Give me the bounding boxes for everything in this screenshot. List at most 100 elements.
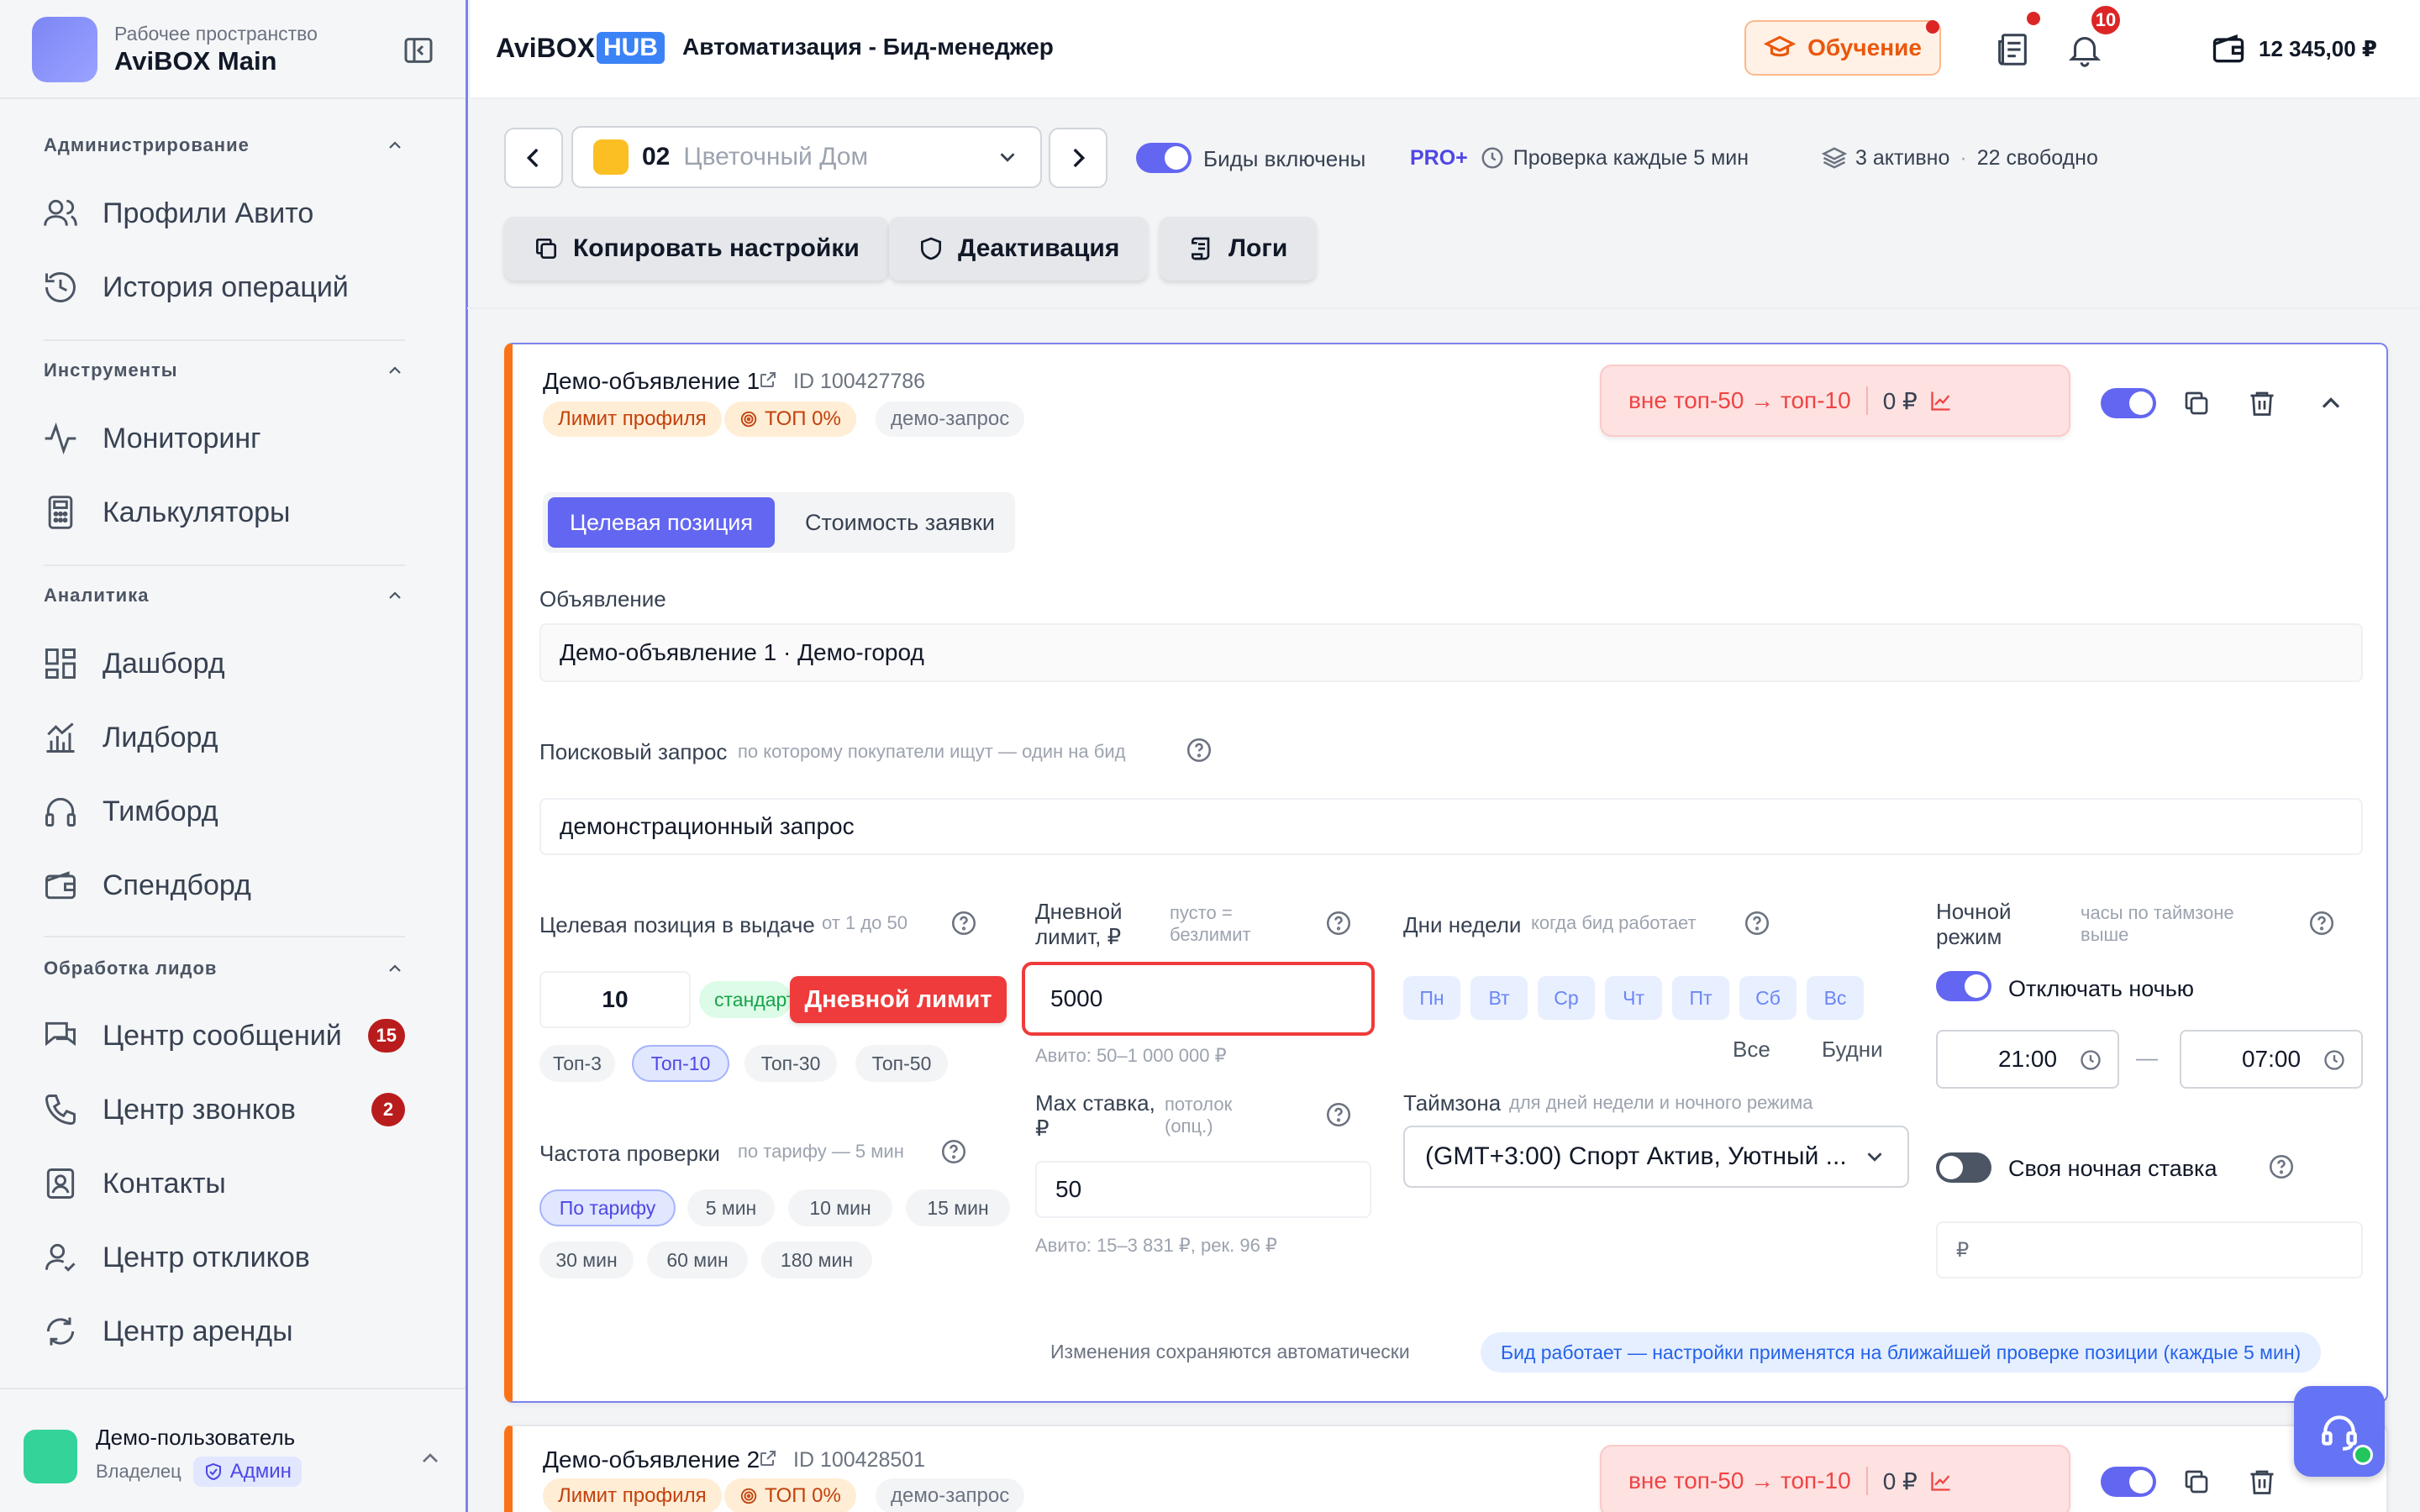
- weekdays-button[interactable]: Будни: [1822, 1037, 1883, 1063]
- deactivation-button[interactable]: Деактивация: [889, 217, 1149, 281]
- sidebar-item-messages[interactable]: Центр сообщений 15: [42, 1012, 412, 1059]
- sidebar-item-calls[interactable]: Центр звонков 2: [42, 1086, 412, 1133]
- section-analytics-header[interactable]: Аналитика: [44, 583, 405, 608]
- night-disable-toggle[interactable]: [1936, 971, 1991, 1001]
- ad-select[interactable]: Демо-объявление 1 · Демо-город: [539, 623, 2363, 682]
- sidebar-item-monitoring[interactable]: Мониторинг: [42, 415, 412, 462]
- profile-select[interactable]: 02 Цветочный Дом: [571, 126, 1042, 188]
- chip-30-min[interactable]: 30 мин: [539, 1242, 634, 1278]
- query-input[interactable]: демонстрационный запрос: [539, 798, 2363, 855]
- sidebar-item-calculators[interactable]: Калькуляторы: [42, 489, 412, 536]
- sidebar-item-profiles[interactable]: Профили Авито: [42, 190, 412, 237]
- tab-target-position[interactable]: Целевая позиция: [548, 497, 775, 548]
- timezone-hint: для дней недели и ночного режима: [1509, 1092, 1813, 1113]
- sidebar-item-spendboard[interactable]: Спендборд: [42, 862, 412, 909]
- help-icon[interactable]: [2267, 1152, 2296, 1181]
- query-hint: по которому покупатели ищут — один на би…: [738, 741, 1126, 762]
- ad-title[interactable]: Демо-объявление 1: [543, 368, 760, 395]
- trash-icon[interactable]: [2247, 388, 2277, 418]
- sidebar-item-history[interactable]: История операций: [42, 264, 412, 311]
- help-icon[interactable]: [939, 1137, 968, 1166]
- all-days-button[interactable]: Все: [1733, 1037, 1770, 1063]
- logs-button[interactable]: Логи: [1160, 217, 1317, 281]
- ad-title[interactable]: Демо-объявление 2: [543, 1446, 760, 1473]
- day-sun[interactable]: Вс: [1807, 976, 1864, 1020]
- sidebar-item-rent[interactable]: Центр аренды: [42, 1308, 412, 1355]
- chip-top-3[interactable]: Топ-3: [539, 1045, 615, 1082]
- night-to-input[interactable]: 07:00: [2180, 1030, 2363, 1089]
- day-wed[interactable]: Ср: [1538, 976, 1595, 1020]
- section-leads-header[interactable]: Обработка лидов: [44, 956, 405, 981]
- graduation-cap-icon: [1764, 32, 1797, 64]
- chip-top-30[interactable]: Топ-30: [744, 1045, 837, 1082]
- help-icon[interactable]: [1743, 909, 1771, 937]
- sidebar-item-teamboard[interactable]: Тимборд: [42, 788, 412, 835]
- sidebar-item-responses[interactable]: Центр откликов: [42, 1234, 412, 1281]
- duplicate-icon[interactable]: [2181, 388, 2212, 418]
- day-mon[interactable]: Пн: [1403, 976, 1460, 1020]
- night-bid-input[interactable]: ₽: [1936, 1221, 2363, 1278]
- prev-profile-button[interactable]: [504, 128, 563, 188]
- help-icon[interactable]: [950, 909, 978, 937]
- night-from-input[interactable]: 21:00: [1936, 1030, 2119, 1089]
- shield-icon: [918, 235, 944, 262]
- day-fri[interactable]: Пт: [1672, 976, 1729, 1020]
- copy-settings-button[interactable]: Копировать настройки: [504, 217, 888, 281]
- chip-top-10[interactable]: Топ-10: [632, 1045, 729, 1082]
- profile-limit-tag: Лимит профиля: [543, 1478, 722, 1512]
- card-enable-toggle[interactable]: [2101, 388, 2156, 418]
- day-sat[interactable]: Сб: [1739, 976, 1797, 1020]
- weekdays-label: Дни недели: [1403, 912, 1522, 937]
- bids-toggle[interactable]: [1136, 143, 1192, 173]
- wallet-icon: [2210, 30, 2247, 67]
- help-icon[interactable]: [1324, 909, 1353, 937]
- day-tue[interactable]: Вт: [1470, 976, 1528, 1020]
- status-badge[interactable]: вне топ-50 → топ-10 0 ₽: [1600, 365, 2070, 437]
- user-menu[interactable]: Демо-пользователь Владелец Админ: [24, 1416, 444, 1492]
- duplicate-icon[interactable]: [2181, 1467, 2212, 1497]
- news-icon[interactable]: [1993, 30, 2032, 69]
- sidebar-item-leadboard[interactable]: Лидборд: [42, 714, 412, 761]
- section-title: Обработка лидов: [44, 958, 218, 979]
- help-icon[interactable]: [1185, 736, 1213, 764]
- chip-by-plan[interactable]: По тарифу: [539, 1189, 676, 1226]
- balance[interactable]: 12 345,00 ₽: [2210, 30, 2377, 67]
- chevron-up-icon[interactable]: [2316, 388, 2346, 418]
- card-enable-toggle[interactable]: [2101, 1467, 2156, 1497]
- own-night-bid-toggle[interactable]: [1936, 1152, 1991, 1183]
- tab-lead-cost[interactable]: Стоимость заявки: [795, 497, 1005, 548]
- next-profile-button[interactable]: [1049, 128, 1107, 188]
- bell-icon[interactable]: [2065, 30, 2104, 69]
- chip-60-min[interactable]: 60 мин: [647, 1242, 748, 1278]
- target-position-input[interactable]: 10: [539, 971, 691, 1028]
- workspace-switcher[interactable]: Рабочее пространство AviBOX Main: [32, 15, 435, 84]
- chip-top-50[interactable]: Топ-50: [855, 1045, 948, 1082]
- external-link-icon[interactable]: [758, 1448, 778, 1468]
- target-icon: [739, 1487, 758, 1505]
- chip-15-min[interactable]: 15 мин: [906, 1189, 1010, 1226]
- timezone-select[interactable]: (GMT+3:00) Спорт Актив, Уютный ...: [1403, 1126, 1909, 1188]
- refresh-icon: [42, 1313, 79, 1350]
- day-thu[interactable]: Чт: [1605, 976, 1662, 1020]
- help-icon[interactable]: [2307, 909, 2336, 937]
- chip-10-min[interactable]: 10 мин: [788, 1189, 892, 1226]
- sidebar-item-contacts[interactable]: Контакты: [42, 1160, 412, 1207]
- max-bid-input[interactable]: 50: [1035, 1161, 1371, 1218]
- missed-calls-badge: 2: [371, 1093, 405, 1126]
- standard-chip[interactable]: стандарт: [699, 981, 792, 1018]
- sidebar-collapse-icon[interactable]: [402, 34, 435, 67]
- chip-5-min[interactable]: 5 мин: [687, 1189, 775, 1226]
- section-admin-header[interactable]: Администрирование: [44, 133, 405, 158]
- help-icon[interactable]: [1324, 1100, 1353, 1129]
- status-badge[interactable]: вне топ-50 → топ-10 0 ₽: [1600, 1445, 2070, 1512]
- chip-180-min[interactable]: 180 мин: [761, 1242, 872, 1278]
- trash-icon[interactable]: [2247, 1467, 2277, 1497]
- brand-logo[interactable]: AviBOX HUB: [496, 32, 665, 64]
- external-link-icon[interactable]: [758, 370, 778, 390]
- daily-limit-input[interactable]: 5000: [1022, 962, 1375, 1036]
- section-tools-header[interactable]: Инструменты: [44, 358, 405, 383]
- support-button[interactable]: [2294, 1386, 2385, 1477]
- learning-button[interactable]: Обучение: [1744, 20, 1941, 76]
- sidebar-item-dashboard[interactable]: Дашборд: [42, 640, 412, 687]
- plan-pill: PRO+ Проверка каждые 5 мин: [1392, 134, 1768, 181]
